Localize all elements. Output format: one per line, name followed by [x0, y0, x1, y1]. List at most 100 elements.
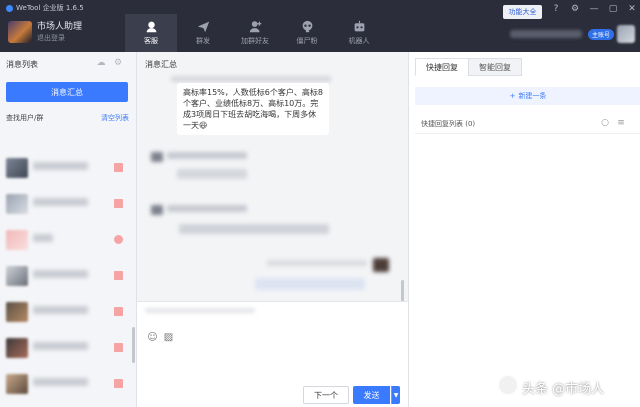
message-summary-button[interactable]: 消息汇总 — [6, 82, 128, 102]
quick-reply-panel: 快捷回复 智能回复 + 新建一条 快捷回复列表 (0) ○ ≡ — [408, 52, 640, 407]
contact-name-blurred — [33, 162, 88, 170]
list-item[interactable] — [0, 224, 132, 256]
divider — [415, 133, 640, 134]
features-button[interactable]: 功能大全 — [503, 5, 542, 19]
sender-avatar-blurred — [151, 152, 163, 162]
list-item[interactable] — [0, 260, 132, 292]
avatar[interactable] — [8, 21, 32, 43]
chat-scrollbar[interactable] — [401, 280, 404, 302]
input-hint-blurred — [145, 308, 255, 313]
blurred-text — [171, 76, 331, 82]
main-nav: 客服 群发 加群好友 僵尸粉 机器人 — [125, 14, 385, 52]
message-blurred — [177, 169, 247, 179]
message-input-area[interactable]: ☺ ▨ 下一个 发送 ▼ — [137, 301, 408, 407]
avatar — [6, 302, 28, 322]
tab-broadcast[interactable]: 群发 — [177, 14, 229, 52]
tab-label: 群发 — [196, 37, 210, 45]
list-item[interactable] — [0, 332, 132, 364]
message-list-panel: 消息列表 ☁ ⚙ 消息汇总 查找用户/群 清空列表 — [0, 52, 137, 407]
message-list-scrollbar[interactable] — [132, 327, 135, 363]
gear-icon[interactable]: ⚙ — [113, 58, 123, 68]
logout-link[interactable]: 退出登录 — [37, 33, 65, 43]
avatar — [6, 374, 28, 394]
tab-label: 僵尸粉 — [296, 37, 318, 45]
unread-badge — [114, 343, 123, 352]
tab-label: 客服 — [144, 37, 158, 45]
reply-tabs: 快捷回复 智能回复 — [415, 58, 522, 76]
cloud-icon[interactable]: ☁ — [96, 58, 106, 68]
menu-icon[interactable]: ≡ — [616, 118, 626, 128]
reply-list-tools: ○ ≡ — [600, 118, 626, 128]
image-icon[interactable]: ▨ — [163, 332, 174, 343]
emoji-icon[interactable]: ☺ — [147, 332, 158, 343]
avatar — [6, 194, 28, 214]
sender-name-blurred — [167, 152, 247, 159]
tab-customer-service[interactable]: 客服 — [125, 14, 177, 52]
tab-label: 加群好友 — [241, 37, 269, 45]
chat-message-bubble[interactable]: 高标率15%，人数低标6个客户、高标8个客户、业绩低标8万、高标10万。完成3项… — [177, 83, 329, 135]
account-avatar[interactable] — [617, 25, 635, 43]
unread-badge — [114, 235, 123, 244]
contact-name-blurred — [33, 270, 88, 278]
gear-icon[interactable]: ⚙ — [570, 4, 580, 14]
tab-smart-reply[interactable]: 智能回复 — [468, 58, 522, 76]
chevron-down-icon[interactable]: ▼ — [391, 386, 400, 404]
list-item[interactable] — [0, 368, 132, 400]
user-name: 市场人助理 — [37, 22, 83, 32]
new-reply-label: 新建一条 — [518, 92, 547, 100]
tab-label: 机器人 — [348, 37, 370, 45]
tab-robot[interactable]: 机器人 — [333, 14, 385, 52]
account-badge: 主账号 — [588, 29, 615, 40]
contact-name-blurred — [33, 234, 53, 242]
list-item[interactable] — [0, 152, 132, 184]
input-toolbar: ☺ ▨ — [147, 332, 174, 343]
contact-name-blurred — [33, 378, 88, 386]
tab-zombie-fans[interactable]: 僵尸粉 — [281, 14, 333, 52]
sender-name-blurred — [267, 260, 367, 266]
sender-avatar-blurred — [373, 258, 389, 272]
app-title-text: WeTool 企业版 1.6.5 — [16, 4, 84, 12]
tab-add-group-friends[interactable]: 加群好友 — [229, 14, 281, 52]
unread-badge — [114, 271, 123, 280]
tab-quick-reply[interactable]: 快捷回复 — [415, 58, 469, 76]
watermark: 头条 @市场人 — [522, 382, 605, 397]
search-placeholder: 查找用户/群 — [6, 114, 44, 122]
send-button[interactable]: 发送 — [353, 386, 390, 404]
list-item[interactable] — [0, 188, 132, 220]
chat-panel: 消息汇总 高标率15%，人数低标6个客户、高标8个客户、业绩低标8万、高标10万… — [137, 52, 408, 407]
add-friend-icon — [249, 21, 261, 33]
message-list-title: 消息列表 — [6, 60, 38, 69]
message-blurred — [179, 224, 329, 234]
sender-avatar-blurred — [151, 205, 163, 215]
robot-icon — [354, 20, 364, 32]
close-icon[interactable]: ✕ — [627, 4, 637, 14]
next-button[interactable]: 下一个 — [303, 386, 349, 404]
app-title: WeTool 企业版 1.6.5 — [6, 3, 84, 13]
plus-icon: + — [509, 92, 516, 100]
watermark-logo-text: 市场人 — [517, 367, 538, 375]
message-list-tools: ☁ ⚙ — [96, 58, 123, 68]
help-icon[interactable]: ? — [551, 4, 561, 14]
avatar — [6, 230, 28, 250]
search-icon[interactable]: ○ — [600, 118, 610, 128]
contact-name-blurred — [33, 342, 88, 350]
app-logo-icon — [6, 4, 13, 12]
send-icon — [197, 21, 209, 33]
account-name-blurred — [510, 30, 582, 38]
avatar — [6, 158, 28, 178]
search-input[interactable]: 查找用户/群 — [6, 111, 96, 125]
sender-name-blurred — [167, 205, 247, 212]
maximize-icon[interactable]: ▢ — [608, 4, 618, 14]
skull-icon — [302, 20, 312, 33]
unread-badge — [114, 163, 123, 172]
window-controls: ? ⚙ — ▢ ✕ — [551, 4, 637, 14]
avatar — [6, 266, 28, 286]
watermark-logo — [497, 374, 519, 396]
unread-badge — [114, 199, 123, 208]
message-blurred — [255, 278, 365, 290]
new-reply-button[interactable]: + 新建一条 — [415, 87, 640, 105]
clear-list-link[interactable]: 清空列表 — [101, 113, 129, 123]
minimize-icon[interactable]: — — [589, 4, 599, 14]
list-item[interactable] — [0, 296, 132, 328]
unread-badge — [114, 379, 123, 388]
